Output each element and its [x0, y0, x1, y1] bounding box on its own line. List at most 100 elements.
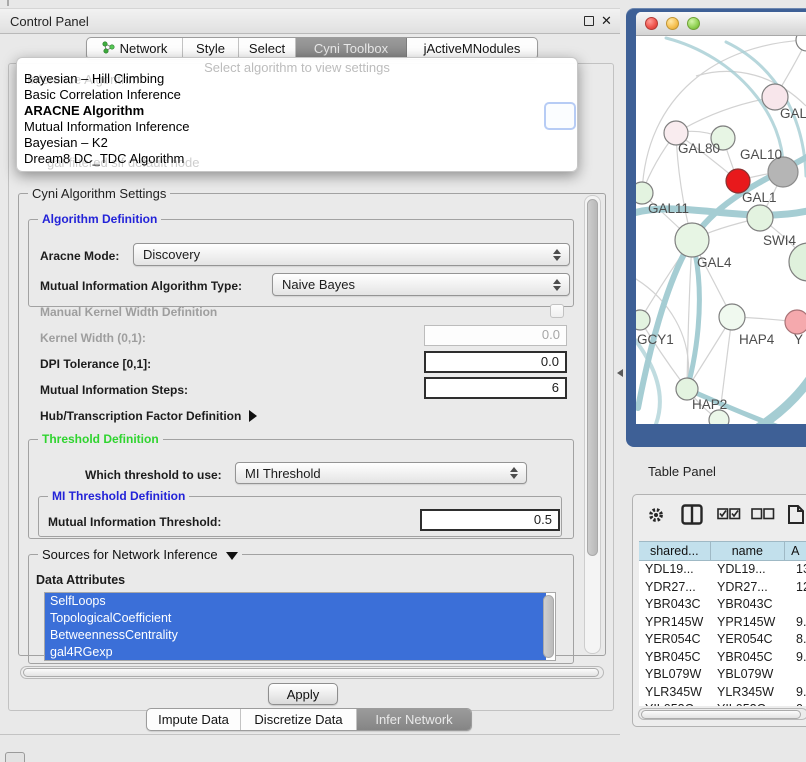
settings-scrollbar-thumb[interactable] [587, 199, 598, 556]
table-row[interactable]: YBR043CYBR043C [639, 596, 806, 614]
combo-stepper-icon [553, 279, 563, 291]
close-icon[interactable]: ✕ [601, 13, 612, 29]
node-swi4[interactable] [747, 205, 773, 231]
gear-icon[interactable] [647, 506, 665, 524]
column-browser-icon[interactable] [681, 504, 703, 525]
menu-item-bayesian-k2[interactable]: Bayesian – K2 [24, 135, 108, 150]
which-threshold-label: Which threshold to use: [85, 468, 222, 482]
manual-kernel-checkbox[interactable] [550, 304, 564, 318]
network-window-titlebar[interactable] [636, 12, 806, 36]
column-header-shared-name[interactable]: shared... [639, 542, 711, 560]
settings-hscrollbar[interactable] [20, 666, 604, 679]
menu-item-basic-correlation[interactable]: Basic Correlation Inference [24, 87, 181, 102]
tab-impute-data-label: Impute Data [158, 712, 229, 727]
table-row[interactable]: YBL079W YBL079W [639, 666, 806, 684]
menu-item-bayesian-hill-climbing[interactable]: Bayesian – Hill Climbing [24, 71, 164, 86]
float-window-icon[interactable] [584, 16, 594, 26]
settings-scrollbar[interactable] [584, 195, 601, 654]
cell-shared-name: YBL079W [645, 666, 701, 684]
column-header-name[interactable]: name [711, 542, 786, 560]
cell-name: YBL079W [717, 666, 773, 684]
tab-cyni-toolbox[interactable]: Cyni Toolbox [296, 38, 407, 59]
close-traffic-light-icon[interactable] [645, 17, 658, 30]
tab-infer-network[interactable]: Infer Network [357, 709, 471, 730]
table-hscrollbar-thumb[interactable] [641, 710, 801, 719]
table-row[interactable]: YER054CYER054C8. [639, 631, 806, 649]
list-item[interactable]: BetweennessCentrality [45, 627, 546, 644]
kernel-width-input[interactable]: 0.0 [424, 325, 567, 346]
table-row[interactable]: YDL19...YDL19...13 [639, 561, 806, 579]
table-panel: shared... name A YDL19...YDL19...13 YDR2… [632, 494, 806, 727]
hub-definition-toggle[interactable]: Hub/Transcription Factor Definition [40, 409, 257, 423]
splitpane-collapse-arrow[interactable] [617, 369, 623, 377]
menu-item-dream8[interactable]: Dream8 DC_TDC Algorithm [24, 151, 184, 166]
control-panel-titlebar[interactable]: Control Panel ✕ [0, 9, 620, 34]
cell-shared-name: YDR27... [645, 579, 696, 597]
tab-discretize-data[interactable]: Discretize Data [241, 709, 357, 730]
table-row[interactable]: YPR145WYPR145W9. [639, 614, 806, 632]
export-table-icon[interactable] [787, 503, 806, 525]
table-row[interactable]: YLR345WYLR345W9. [639, 684, 806, 702]
node-hap4[interactable] [719, 304, 745, 330]
table-row[interactable]: YIL052CYIL052C0. [639, 701, 806, 706]
list-item[interactable]: TopologicalCoefficient [45, 610, 546, 627]
tab-network[interactable]: Network [87, 38, 183, 59]
tab-jactivemnodules[interactable]: jActiveMNodules [407, 38, 537, 59]
table-body[interactable]: YDL19...YDL19...13 YDR27...YDR27...12 YB… [639, 561, 806, 706]
select-all-columns-icon[interactable] [717, 508, 741, 520]
mi-steps-input[interactable]: 6 [424, 377, 567, 399]
node-gcy1[interactable] [636, 310, 650, 330]
node-partial-top[interactable] [796, 36, 806, 51]
node-pink-right[interactable] [785, 310, 806, 334]
settings-hscrollbar-thumb[interactable] [23, 668, 599, 677]
cell-value: 12 [796, 579, 806, 597]
table-hscrollbar[interactable] [638, 708, 806, 720]
list-item[interactable]: gal4RGexp [45, 644, 546, 661]
sources-toggle[interactable]: Sources for Network Inference [38, 547, 242, 562]
bottom-left-partial-button[interactable] [5, 752, 25, 762]
column-header-partial[interactable]: A [785, 542, 806, 560]
combo-stepper-icon [510, 467, 520, 479]
menu-item-aracne[interactable]: ARACNE Algorithm [24, 103, 144, 118]
mi-type-select[interactable]: Naive Bayes [272, 273, 570, 296]
data-attributes-list[interactable]: SelfLoops TopologicalCoefficient Between… [44, 592, 556, 661]
minimize-traffic-light-icon[interactable] [666, 17, 679, 30]
label-gal-partial: GAL [780, 106, 806, 121]
network-canvas[interactable]: GAL GAL80 GAL10 GAL1 GAL11 SWI4 GAL4 GCY… [636, 36, 806, 424]
tab-style-label: Style [196, 41, 225, 56]
cell-value: 9. [796, 649, 806, 667]
menu-item-mutual-information[interactable]: Mutual Information Inference [24, 119, 189, 134]
manual-kernel-label: Manual Kernel Width Definition [40, 305, 217, 319]
node-partial-right[interactable] [789, 243, 806, 281]
network-nodes[interactable] [636, 36, 806, 424]
attributes-scrollbar-thumb[interactable] [543, 595, 554, 658]
combo-stepper-icon [553, 249, 563, 261]
expanded-arrow-icon [226, 552, 238, 560]
network-icon [102, 41, 115, 57]
mi-threshold-label: Mutual Information Threshold: [48, 515, 221, 529]
tab-style[interactable]: Style [183, 38, 239, 59]
dpi-tolerance-input[interactable]: 0.0 [424, 351, 567, 373]
cell-name: YDL19... [717, 561, 766, 579]
deselect-all-columns-icon[interactable] [751, 508, 775, 520]
tab-impute-data[interactable]: Impute Data [147, 709, 241, 730]
which-threshold-value: MI Threshold [245, 466, 321, 481]
tab-select[interactable]: Select [239, 38, 296, 59]
list-item[interactable]: SelfLoops [45, 593, 546, 610]
aracne-mode-select[interactable]: Discovery [133, 243, 570, 266]
zoom-traffic-light-icon[interactable] [687, 17, 700, 30]
collapsed-arrow-icon [249, 410, 257, 422]
label-gal4: GAL4 [697, 255, 732, 270]
network-window[interactable]: GAL GAL80 GAL10 GAL1 GAL11 SWI4 GAL4 GCY… [636, 12, 806, 424]
mi-threshold-input[interactable]: 0.5 [420, 509, 560, 531]
screenshot-canvas: Control Panel ✕ Network [0, 0, 806, 762]
table-row[interactable]: YBR045CYBR045C9. [639, 649, 806, 667]
table-row[interactable]: YDR27...YDR27...12 [639, 579, 806, 597]
node-partial-bottom[interactable] [709, 410, 729, 424]
node-gal4[interactable] [675, 223, 709, 257]
aracne-mode-label: Aracne Mode: [40, 249, 119, 263]
which-threshold-select[interactable]: MI Threshold [235, 462, 527, 484]
threshold-definition-title: Threshold Definition [38, 432, 163, 446]
mi-steps-label: Mutual Information Steps: [40, 383, 188, 397]
apply-button[interactable]: Apply [268, 683, 338, 705]
